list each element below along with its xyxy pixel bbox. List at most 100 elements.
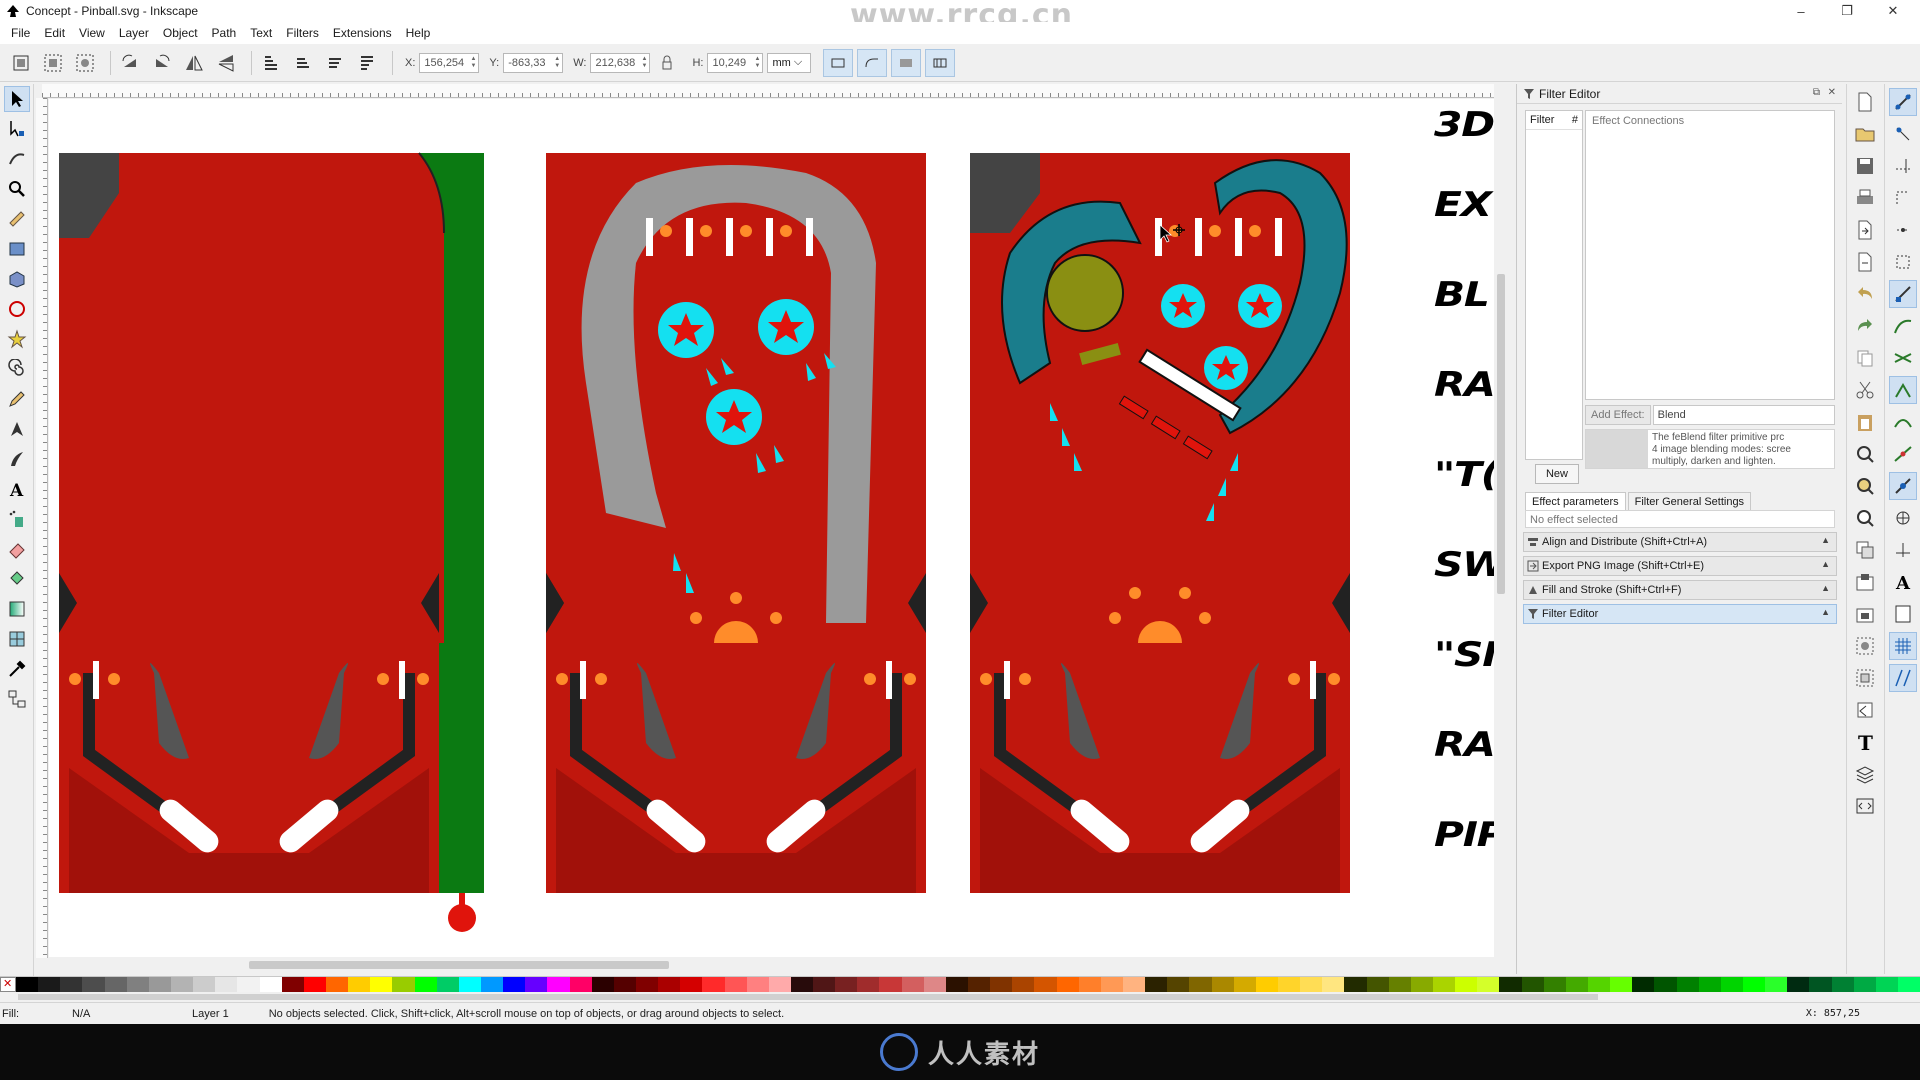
palette-swatch[interactable] [38, 977, 61, 993]
move-patterns-toggle-icon[interactable] [925, 48, 956, 77]
rotate-ccw-icon[interactable] [117, 50, 143, 76]
snap-page-border-icon[interactable] [1889, 600, 1917, 628]
palette-swatch[interactable] [658, 977, 681, 993]
new-document-icon[interactable] [1851, 88, 1879, 116]
menu-edit[interactable]: Edit [37, 26, 72, 40]
text-font-icon[interactable]: T [1851, 728, 1879, 756]
save-icon[interactable] [1851, 152, 1879, 180]
palette-swatch[interactable] [1698, 977, 1721, 993]
horizontal-ruler[interactable] [42, 84, 1506, 98]
palette-swatch[interactable] [724, 977, 747, 993]
scroll-thumb[interactable] [249, 961, 669, 969]
raise-to-top-icon[interactable] [354, 50, 380, 76]
node-tool-icon[interactable] [4, 116, 30, 142]
palette-swatch[interactable] [591, 977, 614, 993]
palette-swatch[interactable] [702, 977, 725, 993]
cut-icon[interactable] [1851, 376, 1879, 404]
palette-swatch[interactable] [1632, 977, 1655, 993]
palette-swatch[interactable] [1720, 977, 1743, 993]
pencil-tool-icon[interactable] [4, 386, 30, 412]
palette-swatch[interactable] [259, 977, 282, 993]
palette-swatch[interactable] [1278, 977, 1301, 993]
menu-path[interactable]: Path [205, 26, 244, 40]
menu-view[interactable]: View [72, 26, 112, 40]
palette-swatch[interactable] [1145, 977, 1168, 993]
snap-nodes-icon[interactable] [1889, 280, 1917, 308]
selector-tool-icon[interactable] [4, 86, 30, 112]
palette-swatch[interactable] [1388, 977, 1411, 993]
menu-filters[interactable]: Filters [279, 26, 326, 40]
rectangle-tool-icon[interactable] [4, 236, 30, 262]
palette-swatch[interactable] [503, 977, 526, 993]
snap-toggle-icon[interactable] [1889, 88, 1917, 116]
flip-horizontal-icon[interactable] [181, 50, 207, 76]
palette-swatch[interactable] [170, 977, 194, 993]
import-icon[interactable] [1851, 216, 1879, 244]
measure-tool-icon[interactable] [4, 206, 30, 232]
3d-box-tool-icon[interactable] [4, 266, 30, 292]
y-field[interactable]: -863,33 ▲ ▼ [503, 52, 564, 73]
snap-text-baseline-icon[interactable] [1889, 536, 1917, 564]
palette-swatch[interactable] [237, 977, 260, 993]
menu-text[interactable]: Text [243, 26, 279, 40]
ungroup-icon[interactable] [1851, 664, 1879, 692]
bucket-tool-icon[interactable] [4, 566, 30, 592]
snap-bbox-centers-icon[interactable] [1889, 248, 1917, 276]
x-field[interactable]: 156,254 ▲ ▼ [419, 52, 480, 73]
tab-effect-parameters[interactable]: Effect parameters [1525, 492, 1626, 511]
palette-swatch[interactable] [1300, 977, 1323, 993]
dock-fill-stroke[interactable]: Fill and Stroke (Shift+Ctrl+F) ▲ [1523, 580, 1837, 600]
no-paint-swatch[interactable] [0, 977, 16, 992]
palette-swatch[interactable] [1078, 977, 1101, 993]
palette-swatch[interactable] [1875, 977, 1898, 993]
palette-swatch[interactable] [1610, 977, 1633, 993]
palette-swatch[interactable] [303, 977, 326, 993]
palette-swatch[interactable] [680, 977, 703, 993]
palette-swatch[interactable] [1233, 977, 1256, 993]
panel-close-icon[interactable]: ✕ [1828, 87, 1836, 98]
palette-swatch[interactable] [835, 977, 858, 993]
snap-bbox-midpoints-icon[interactable] [1889, 216, 1917, 244]
snap-path-intersections-icon[interactable] [1889, 344, 1917, 372]
effect-connections-area[interactable]: Effect Connections [1585, 110, 1835, 400]
palette-swatch[interactable] [1543, 977, 1566, 993]
palette-swatch[interactable] [1123, 977, 1146, 993]
filter-list[interactable]: Filter # [1525, 110, 1583, 460]
palette-swatch[interactable] [414, 977, 437, 993]
palette-swatch[interactable] [945, 977, 969, 993]
expand-icon[interactable]: ▲ [1821, 559, 1830, 569]
palette-swatch[interactable] [525, 977, 548, 993]
palette-swatch[interactable] [60, 977, 83, 993]
palette-swatch[interactable] [635, 977, 659, 993]
lower-to-bottom-icon[interactable] [258, 50, 284, 76]
paste-icon[interactable] [1851, 408, 1879, 436]
palette-swatch[interactable] [1455, 977, 1478, 993]
lock-icon[interactable] [654, 50, 680, 76]
palette-swatch[interactable] [901, 977, 924, 993]
palette-swatch[interactable] [480, 977, 504, 993]
palette-swatch[interactable] [857, 977, 880, 993]
menu-layer[interactable]: Layer [112, 26, 156, 40]
select-all-layers-icon[interactable] [40, 50, 66, 76]
palette-swatch[interactable] [348, 977, 371, 993]
scale-stroke-toggle-icon[interactable] [823, 48, 854, 77]
palette-swatch[interactable] [148, 977, 171, 993]
palette-swatch[interactable] [813, 977, 836, 993]
group-icon[interactable] [1851, 632, 1879, 660]
gradient-tool-icon[interactable] [4, 596, 30, 622]
effect-type-select[interactable]: Blend [1652, 405, 1835, 425]
scroll-thumb[interactable] [18, 994, 1598, 1000]
palette-swatch[interactable] [1477, 977, 1500, 993]
h-field[interactable]: 10,249 ▲ ▼ [707, 52, 764, 73]
print-icon[interactable] [1851, 184, 1879, 212]
export-icon[interactable] [1851, 248, 1879, 276]
palette-swatch[interactable] [1831, 977, 1854, 993]
zoom-tool-icon[interactable] [4, 176, 30, 202]
scale-corners-toggle-icon[interactable] [857, 48, 888, 77]
palette-swatch[interactable] [1012, 977, 1035, 993]
pen-tool-icon[interactable] [4, 416, 30, 442]
drawing-canvas[interactable]: 3D EX BL RA "T( SW "SI RA PIP [49, 99, 1494, 957]
palette-swatch[interactable] [126, 977, 149, 993]
undo-icon[interactable] [1851, 280, 1879, 308]
tweak-tool-icon[interactable] [4, 146, 30, 172]
